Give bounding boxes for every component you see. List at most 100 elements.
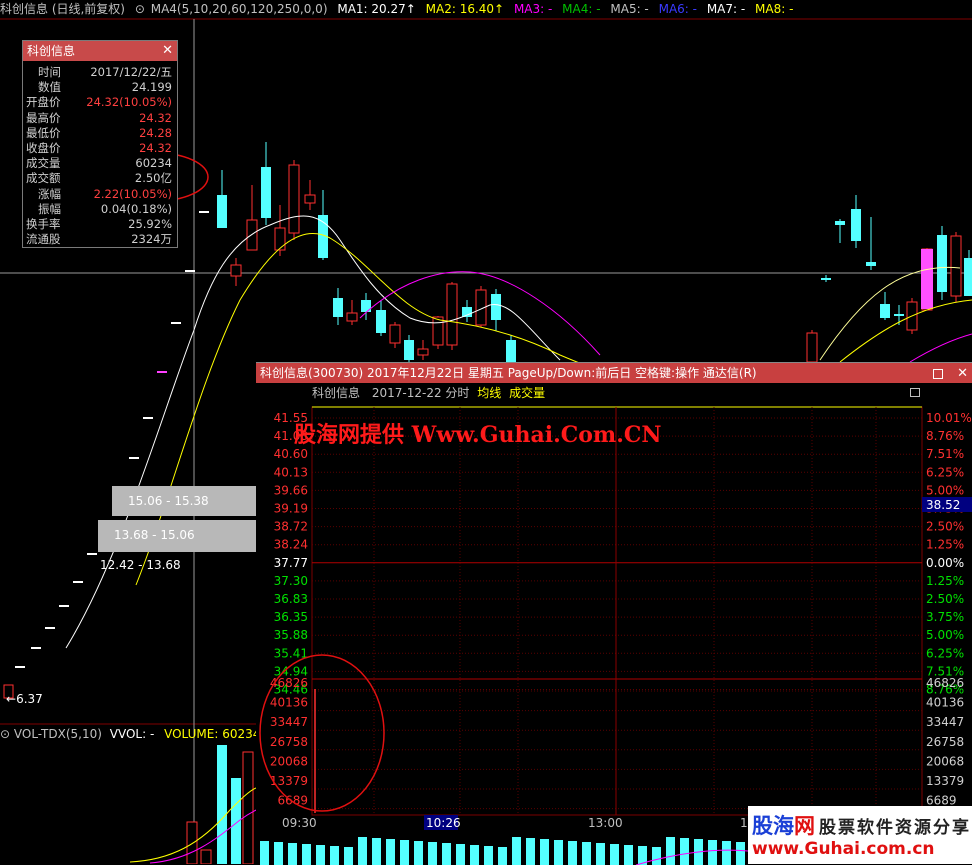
volume-bar: [414, 841, 423, 865]
popup-stock-name: 科创信息: [312, 386, 361, 400]
chart-header: 科创信息 (日线,前复权) ⊙ MA4(5,10,20,60,120,250,0…: [0, 0, 972, 18]
brand-tagline: 股票软件资源分享: [819, 818, 971, 838]
volume-indicator-name[interactable]: VOL-TDX(5,10): [14, 727, 102, 741]
volume-bar: [610, 844, 619, 865]
price-tick-label: 35.88: [274, 628, 308, 642]
volume-bar: [288, 843, 297, 865]
percent-tick-label: 0.00%: [926, 556, 964, 570]
ma6-value: MA6: -: [658, 2, 697, 16]
info-row: 时间 2017/12/22/五: [26, 65, 174, 80]
info-row: 流通股 2324万: [26, 232, 174, 247]
volume-bar: [498, 847, 507, 865]
candle: [821, 278, 831, 280]
candle: [937, 235, 947, 292]
percent-tick-label: 1.25%: [926, 538, 964, 552]
close-icon[interactable]: ✕: [957, 366, 968, 381]
info-row-label: 收盘价: [26, 140, 61, 155]
low-price-label: ←6.37: [6, 692, 43, 706]
volume-tick-label-right: 26758: [926, 735, 964, 749]
candle: [404, 340, 414, 360]
intraday-chart[interactable]: 41.55 10.01%41.08 8.76%40.60 7.51%40.13 6.25…: [256, 403, 972, 865]
price-tick-label: 39.19: [274, 502, 308, 516]
volume-bar: [680, 838, 689, 865]
brand-url: www.Guhai.com.cn: [752, 839, 935, 859]
volume-tick-label-right: 46826: [926, 676, 964, 690]
price-tick-label: 37.30: [274, 574, 308, 588]
info-row-value: 2.22(10.05%): [93, 186, 172, 201]
candle: [288, 164, 300, 234]
info-row-label: 流通股: [26, 232, 61, 247]
volume-bar: [484, 846, 493, 865]
popup-titlebar[interactable]: 科创信息(300730) 2017年12月22日 星期五 PageUp/Down…: [256, 363, 972, 383]
popup-window-buttons: ✕: [933, 363, 968, 384]
quote-info-panel[interactable]: 科创信息 ✕ 时间 2017/12/22/五 数值 24.199 开盘价 24.32(10…: [22, 40, 178, 248]
popup-settings-icon[interactable]: [910, 388, 920, 397]
volume-tick-label: 20068: [270, 754, 308, 768]
volume-bar: [456, 844, 465, 865]
volume-bar: [344, 847, 353, 865]
time-label: 09:30: [282, 816, 317, 830]
info-row: 数值 24.199: [26, 80, 174, 95]
ma1-value: MA1: 20.27↑: [337, 2, 416, 16]
candle: [417, 348, 429, 356]
annotation-ellipse: [259, 654, 385, 812]
price-tick-label: 40.13: [274, 465, 308, 479]
candle: [880, 304, 890, 318]
range-label-3: 12.42 - 13.68: [100, 558, 181, 572]
chart-toggle-icon[interactable]: ⊙: [135, 2, 145, 16]
volume-bar: [302, 844, 311, 865]
candle: [432, 316, 444, 346]
candle: [506, 340, 516, 362]
price-tick-label: 40.60: [274, 447, 308, 461]
candle: [304, 194, 316, 204]
volume-bar: [400, 840, 409, 865]
info-row-label: 数值: [38, 80, 61, 95]
percent-tick-label: 5.00%: [926, 628, 964, 642]
volume-bar: [582, 842, 591, 865]
volume-bar: [316, 845, 325, 865]
percent-tick-label: 2.50%: [926, 520, 964, 534]
volume-bar: [540, 839, 549, 865]
vvol-value: VVOL: -: [109, 727, 155, 741]
info-row-label: 成交量: [26, 156, 61, 171]
info-row-label: 涨幅: [38, 186, 61, 201]
info-row-value: 24.32(10.05%): [86, 95, 172, 110]
info-row: 开盘价 24.32(10.05%): [26, 95, 174, 110]
volume-bar: [386, 839, 395, 865]
volume-bar: [666, 837, 675, 865]
info-row-value: 24.28: [139, 125, 172, 140]
low-price-value: 6.37: [16, 692, 43, 706]
price-tick-label: 39.66: [274, 483, 308, 497]
percent-tick-label: 8.76%: [926, 429, 964, 443]
percent-tick-label: 6.25%: [926, 646, 964, 660]
info-row-value: 2324万: [131, 232, 172, 247]
info-row-value: 2.50亿: [134, 171, 172, 186]
candle: [217, 195, 227, 228]
range-label-1: 15.06 - 15.38: [128, 494, 209, 508]
candle: [806, 332, 818, 363]
info-panel-titlebar[interactable]: 科创信息 ✕: [23, 41, 177, 61]
price-tick-label: 36.83: [274, 592, 308, 606]
volume-tick-label: 40136: [270, 696, 308, 710]
percent-tick-label: 2.50%: [926, 592, 964, 606]
info-row-label: 时间: [38, 65, 61, 79]
candle: [333, 298, 343, 317]
volume-bar: [217, 745, 227, 864]
volume-bar: [512, 837, 521, 865]
info-row: 最高价 24.32: [26, 111, 174, 126]
close-icon[interactable]: ✕: [162, 41, 173, 61]
volume-toggle-icon[interactable]: ⊙: [0, 727, 10, 741]
info-row-value: 24.199: [131, 80, 172, 95]
volume-tick-label-right: 33447: [926, 715, 964, 729]
candle: [950, 235, 962, 297]
info-row-label: 振幅: [38, 201, 61, 216]
ma5-value: MA5: -: [610, 2, 649, 16]
volume-bar: [624, 845, 633, 865]
maximize-icon[interactable]: [933, 368, 944, 379]
volume-bar: [596, 843, 605, 865]
popup-title: 科创信息(300730) 2017年12月22日 星期五 PageUp/Down…: [260, 366, 757, 380]
info-row: 成交额 2.50亿: [26, 171, 174, 186]
ma8-value: MA8: -: [755, 2, 794, 16]
time-label: 10:26: [426, 816, 461, 830]
indicator-name[interactable]: MA4(5,10,20,60,120,250,0,0): [151, 2, 328, 16]
